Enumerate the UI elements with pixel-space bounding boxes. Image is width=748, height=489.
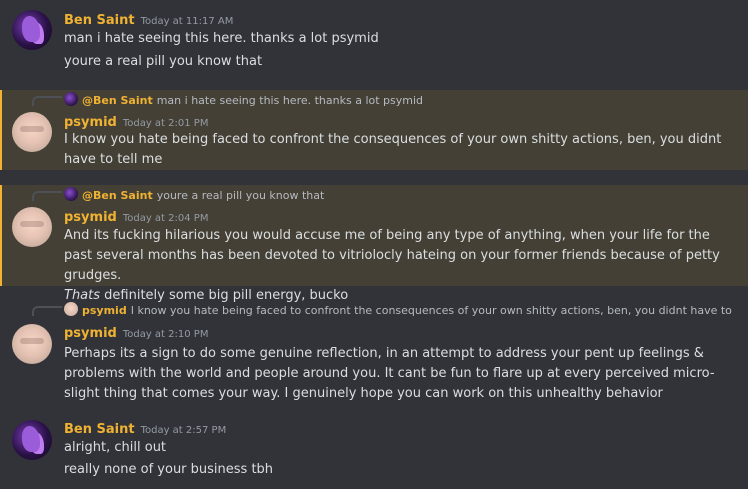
- message-text: youre a real pill you know that: [64, 54, 263, 69]
- username[interactable]: Ben Saint: [64, 422, 135, 437]
- reply-preview[interactable]: psymid I know you hate being faced to con…: [64, 302, 734, 318]
- message-header: psymid Today at 2:10 PM: [64, 323, 208, 341]
- message-header: psymid Today at 2:01 PM: [64, 112, 208, 130]
- username[interactable]: psymid: [64, 326, 117, 341]
- timestamp: Today at 2:04 PM: [122, 213, 209, 224]
- message-header: Ben Saint Today at 11:17 AM: [64, 10, 233, 28]
- reply-spine: [32, 96, 62, 106]
- message-text: man i hate seeing this here. thanks a lo…: [64, 31, 379, 46]
- message-reply-2: @Ben Saint youre a real pill you know tha…: [0, 185, 748, 303]
- timestamp: Today at 2:10 PM: [122, 329, 209, 340]
- message-header: Ben Saint Today at 2:57 PM: [64, 419, 226, 437]
- message-body: And its fucking hilarious you would accu…: [64, 228, 720, 283]
- message-reply-1: @Ben Saint man i hate seeing this here. t…: [0, 90, 748, 170]
- avatar-psymid[interactable]: [12, 207, 52, 247]
- reply-text: I know you hate being faced to confront …: [130, 304, 734, 317]
- avatar-ben-saint[interactable]: [12, 420, 52, 460]
- timestamp: Today at 11:17 AM: [140, 16, 234, 27]
- message-text: I know you hate being faced to confront …: [64, 132, 722, 167]
- reply-text: youre a real pill you know that: [156, 189, 325, 202]
- avatar-psymid[interactable]: [12, 324, 52, 364]
- timestamp: Today at 2:57 PM: [140, 425, 227, 436]
- message-reply-3: psymid I know you hate being faced to con…: [0, 300, 748, 405]
- avatar-psymid[interactable]: [12, 112, 52, 152]
- username[interactable]: psymid: [64, 210, 117, 225]
- reply-username[interactable]: psymid: [82, 304, 127, 317]
- message-group-1: Ben Saint Today at 11:17 AM man i hate se…: [0, 0, 748, 90]
- reply-preview[interactable]: @Ben Saint youre a real pill you know tha…: [64, 187, 734, 203]
- reply-avatar-icon: [64, 302, 78, 316]
- message-text: really none of your business tbh: [64, 462, 274, 477]
- avatar-ben-saint[interactable]: [12, 10, 52, 50]
- reply-username[interactable]: @Ben Saint: [82, 94, 153, 107]
- reply-username[interactable]: @Ben Saint: [82, 189, 153, 202]
- message-header: psymid Today at 2:04 PM: [64, 207, 208, 225]
- message-group-2: Ben Saint Today at 2:57 PM alright, chill…: [0, 412, 748, 489]
- timestamp: Today at 2:01 PM: [122, 118, 209, 129]
- reply-spine: [32, 191, 62, 201]
- message-text: And its fucking hilarious you would accu…: [64, 226, 734, 306]
- message-text: Perhaps its a sign to do some genuine re…: [64, 346, 715, 401]
- reply-avatar-icon: [64, 92, 78, 106]
- username[interactable]: Ben Saint: [64, 13, 135, 28]
- reply-avatar-icon: [64, 187, 78, 201]
- username[interactable]: psymid: [64, 115, 117, 130]
- reply-preview[interactable]: @Ben Saint man i hate seeing this here. t…: [64, 92, 734, 108]
- reply-text: man i hate seeing this here. thanks a lo…: [156, 94, 424, 107]
- reply-spine: [32, 306, 62, 316]
- message-text: alright, chill out: [64, 440, 167, 455]
